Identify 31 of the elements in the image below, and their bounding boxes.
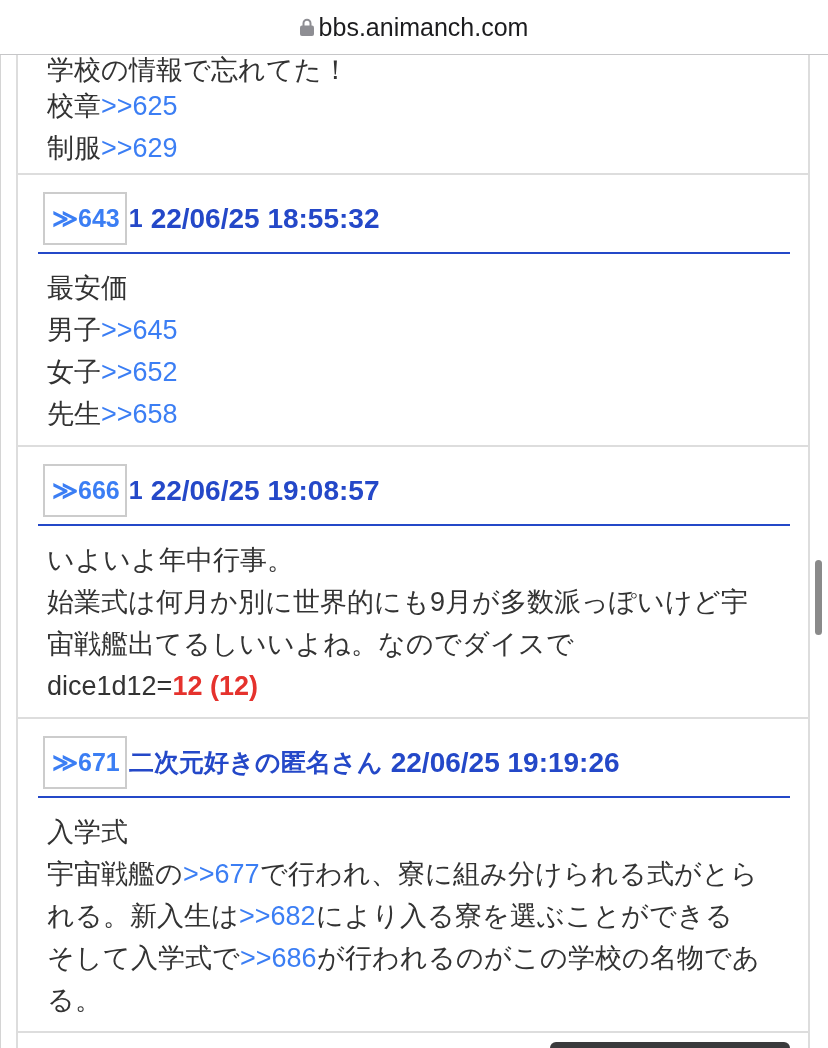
post-text: 制服>>629 bbox=[47, 132, 179, 165]
poster-name: 1 bbox=[128, 474, 143, 506]
post-text: 最安価 bbox=[47, 272, 129, 305]
reply-link[interactable]: >>682 bbox=[239, 901, 316, 931]
reply-link[interactable]: >>629 bbox=[101, 133, 178, 163]
reply-link[interactable]: >>677 bbox=[183, 859, 260, 889]
reply-link[interactable]: >>645 bbox=[101, 315, 178, 345]
post-text: 女子>>652 bbox=[47, 356, 179, 389]
reply-link[interactable]: >>652 bbox=[101, 357, 178, 387]
lock-icon bbox=[299, 18, 314, 36]
poster-name: 1 bbox=[128, 202, 143, 234]
post-text: 学校の情報で忘れてた！ bbox=[47, 55, 350, 85]
url-text: bbs.animanch.com bbox=[318, 14, 529, 40]
post-text: 男子>>645 bbox=[47, 314, 179, 347]
poster-name: 二次元好きの匿名さん bbox=[128, 746, 383, 778]
reply-link[interactable]: >>625 bbox=[101, 91, 178, 121]
post-text: いよいよ年中行事。 bbox=[47, 544, 295, 577]
reply-link[interactable]: >>686 bbox=[240, 943, 317, 973]
post-text: 宇宙戦艦の>>677で行われ、寮に組み分けられる式がとられる。新入生は>>682により入る寮を選ぶことができる bbox=[47, 858, 759, 933]
post-text: 先生>>658 bbox=[47, 398, 179, 431]
post-text: 校章>>625 bbox=[47, 90, 179, 123]
post-date: 22/06/25 19:08:57 bbox=[150, 473, 380, 508]
post-date: 22/06/25 18:55:32 bbox=[150, 201, 380, 236]
reply-link[interactable]: >>658 bbox=[101, 399, 178, 429]
post-text: 入学式 bbox=[47, 816, 129, 849]
post-text: そして入学式で>>686が行われるのがこの学校の名物である。 bbox=[47, 942, 761, 1017]
post-number-link[interactable]: ≫671 bbox=[43, 736, 127, 789]
post-number-link[interactable]: ≫643 bbox=[43, 192, 127, 245]
post-date: 22/06/25 19:19:26 bbox=[390, 745, 620, 780]
post-text: dice1d12=12 (12) bbox=[47, 670, 259, 703]
post-number-link[interactable]: ≫666 bbox=[43, 464, 127, 517]
